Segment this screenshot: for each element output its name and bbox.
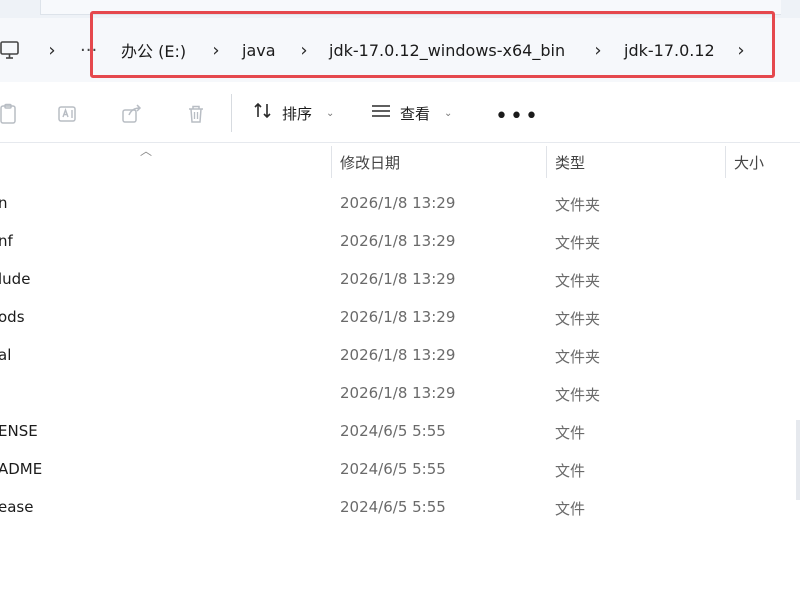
file-row[interactable]: nf 2026/1/8 13:29 文件夹 xyxy=(0,222,800,260)
view-label: 查看 xyxy=(400,104,431,123)
this-pc-icon[interactable] xyxy=(0,36,24,64)
sort-caret-icon: ︿ xyxy=(140,144,153,158)
column-divider[interactable] xyxy=(725,146,726,178)
file-row[interactable]: ENSE 2024/6/5 5:55 文件 xyxy=(0,412,800,450)
scrollbar-track[interactable] xyxy=(796,420,800,500)
chevron-right-icon[interactable]: › xyxy=(44,38,60,62)
paste-icon[interactable] xyxy=(0,100,22,128)
file-date: 2026/1/8 13:29 xyxy=(340,232,456,250)
column-divider[interactable] xyxy=(331,146,332,178)
file-name: ods xyxy=(0,308,25,326)
file-row[interactable]: lude 2026/1/8 13:29 文件夹 xyxy=(0,260,800,298)
more-options-button[interactable]: ••• xyxy=(495,104,540,129)
file-row[interactable]: n 2026/1/8 13:29 文件夹 xyxy=(0,184,800,222)
column-header-date[interactable]: 修改日期 xyxy=(340,152,400,173)
file-type: 文件夹 xyxy=(555,196,601,214)
file-type: 文件夹 xyxy=(555,348,601,366)
chevron-down-icon: ⌄ xyxy=(444,107,453,119)
file-name: n xyxy=(0,194,8,212)
file-type: 文件夹 xyxy=(555,272,601,290)
file-name: nf xyxy=(0,232,13,250)
file-type: 文件夹 xyxy=(555,234,601,252)
file-row[interactable]: ods 2026/1/8 13:29 文件夹 xyxy=(0,298,800,336)
file-date: 2026/1/8 13:29 xyxy=(340,346,456,364)
file-date: 2026/1/8 13:29 xyxy=(340,308,456,326)
file-name: ADME xyxy=(0,460,43,478)
file-date: 2024/6/5 5:55 xyxy=(340,422,446,440)
sort-icon xyxy=(252,100,274,126)
file-row[interactable]: ADME 2024/6/5 5:55 文件 xyxy=(0,450,800,488)
column-header-type[interactable]: 类型 xyxy=(555,152,585,173)
file-row[interactable]: al 2026/1/8 13:29 文件夹 xyxy=(0,336,800,374)
column-header-size[interactable]: 大小 xyxy=(734,152,764,173)
delete-icon[interactable] xyxy=(182,100,210,128)
file-name: ease xyxy=(0,498,34,516)
file-type: 文件夹 xyxy=(555,310,601,328)
chevron-down-icon: ⌄ xyxy=(326,107,335,119)
file-date: 2026/1/8 13:29 xyxy=(340,194,456,212)
file-date: 2026/1/8 13:29 xyxy=(340,384,456,402)
file-name: lude xyxy=(0,270,31,288)
file-type: 文件 xyxy=(555,424,586,442)
address-highlight-box xyxy=(90,11,775,78)
file-date: 2024/6/5 5:55 xyxy=(340,498,446,516)
view-button[interactable]: 查看 ⌄ xyxy=(370,98,452,128)
sort-button[interactable]: 排序 ⌄ xyxy=(252,98,334,128)
file-row[interactable]: ease 2024/6/5 5:55 文件 xyxy=(0,488,800,526)
view-icon xyxy=(370,100,392,126)
file-type: 文件 xyxy=(555,462,586,480)
file-row[interactable]: 2026/1/8 13:29 文件夹 xyxy=(0,374,800,412)
file-type: 文件 xyxy=(555,500,586,518)
file-name: ENSE xyxy=(0,422,38,440)
file-name: al xyxy=(0,346,12,364)
file-date: 2026/1/8 13:29 xyxy=(340,270,456,288)
rename-icon[interactable] xyxy=(54,100,82,128)
toolbar-separator xyxy=(231,94,232,132)
share-icon[interactable] xyxy=(118,100,146,128)
column-divider[interactable] xyxy=(546,146,547,178)
file-date: 2024/6/5 5:55 xyxy=(340,460,446,478)
sort-label: 排序 xyxy=(282,104,313,123)
file-type: 文件夹 xyxy=(555,386,601,404)
